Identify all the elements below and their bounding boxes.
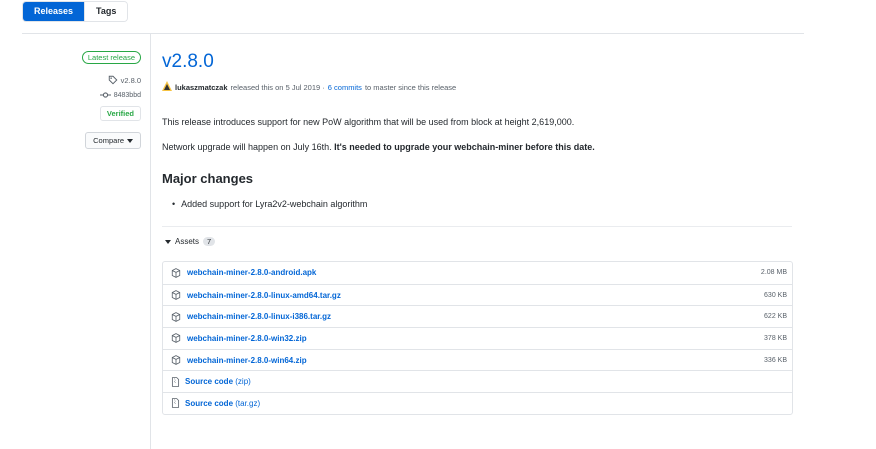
list-item-text: Added support for Lyra2v2-webchain algor… xyxy=(181,199,368,209)
caret-down-icon xyxy=(127,136,133,145)
triangle-down-icon xyxy=(165,237,171,246)
major-changes-heading: Major changes xyxy=(162,171,254,186)
file-zip-icon xyxy=(171,398,180,409)
tab-releases[interactable]: Releases xyxy=(23,2,85,21)
source-code-targz-link[interactable]: Source code (tar.gz) xyxy=(185,399,260,408)
asset-name[interactable]: webchain-miner-2.8.0-android.apk xyxy=(187,268,761,277)
tab-tags[interactable]: Tags xyxy=(84,2,128,21)
latest-release-badge: Latest release xyxy=(81,51,141,64)
asset-size: 630 KB xyxy=(764,291,787,299)
release-tabs: Releases Tags xyxy=(22,1,129,22)
asset-name[interactable]: webchain-miner-2.8.0-win32.zip xyxy=(187,334,764,343)
asset-name[interactable]: webchain-miner-2.8.0-win64.zip xyxy=(187,356,764,365)
assets-count: 7 xyxy=(203,237,216,246)
verified-badge[interactable]: Verified xyxy=(99,106,141,121)
list-item[interactable]: webchain-miner-2.8.0-android.apk 2.08 MB xyxy=(163,262,792,284)
asset-size: 336 KB xyxy=(764,356,787,364)
compare-button[interactable]: Compare xyxy=(85,132,141,149)
source-code-label: Source code xyxy=(185,377,234,387)
section-divider xyxy=(162,226,792,227)
assets-toggle[interactable]: Assets 7 xyxy=(165,237,216,246)
list-item[interactable]: Source code (zip) xyxy=(163,370,792,392)
compare-label: Compare xyxy=(93,136,124,145)
list-item[interactable]: webchain-miner-2.8.0-win32.zip 378 KB xyxy=(163,327,792,349)
package-icon xyxy=(171,268,181,278)
file-zip-icon xyxy=(171,377,180,387)
tag-icon xyxy=(108,75,118,85)
upgrade-notice-text: Network upgrade will happen on July 16th… xyxy=(162,142,332,152)
list-item: • Added support for Lyra2v2-webchain alg… xyxy=(172,199,367,209)
asset-name[interactable]: webchain-miner-2.8.0-linux-i386.tar.gz xyxy=(187,312,764,321)
commit-sha: 8483bbd xyxy=(113,91,141,99)
top-divider xyxy=(22,33,804,34)
released-text: released this on 5 Jul 2019 · xyxy=(230,82,325,92)
list-item[interactable]: webchain-miner-2.8.0-linux-i386.tar.gz 6… xyxy=(163,305,792,327)
package-icon xyxy=(171,355,181,365)
bullet-dot: • xyxy=(172,199,176,209)
package-icon xyxy=(171,290,181,300)
list-item[interactable]: Source code (tar.gz) xyxy=(163,392,792,414)
tag-link[interactable]: v2.8.0 xyxy=(108,75,141,85)
upgrade-notice: Network upgrade will happen on July 16th… xyxy=(162,142,595,152)
commits-link[interactable]: 6 commits xyxy=(328,83,362,92)
source-code-label: Source code xyxy=(185,398,234,408)
release-byline: lukaszmatczak released this on 5 Jul 201… xyxy=(162,81,456,93)
asset-size: 2.08 MB xyxy=(760,269,787,277)
commit-link[interactable]: 8483bbd xyxy=(99,91,141,99)
source-code-zip-link[interactable]: Source code (zip) xyxy=(185,377,251,386)
package-icon xyxy=(171,311,181,322)
commit-icon xyxy=(99,91,111,99)
tag-name: v2.8.0 xyxy=(120,75,141,85)
package-icon xyxy=(171,333,181,344)
list-item[interactable]: webchain-miner-2.8.0-win64.zip 336 KB xyxy=(163,348,792,371)
upgrade-notice-bold: It's needed to upgrade your webchain-min… xyxy=(334,142,595,152)
author-link[interactable]: lukaszmatczak xyxy=(175,83,228,92)
source-code-ext: (zip) xyxy=(235,377,251,387)
commits-suffix: to master since this release xyxy=(364,82,457,92)
asset-size: 622 KB xyxy=(764,313,787,321)
release-description: This release introduces support for new … xyxy=(162,117,575,127)
source-code-ext: (tar.gz) xyxy=(235,398,261,408)
assets-list: webchain-miner-2.8.0-android.apk 2.08 MB… xyxy=(162,261,793,415)
assets-label: Assets xyxy=(175,237,200,246)
author-avatar[interactable] xyxy=(162,81,172,93)
asset-size: 378 KB xyxy=(764,334,787,342)
column-divider xyxy=(150,34,151,449)
list-item[interactable]: webchain-miner-2.8.0-linux-amd64.tar.gz … xyxy=(163,283,792,306)
release-title[interactable]: v2.8.0 xyxy=(162,51,214,73)
asset-name[interactable]: webchain-miner-2.8.0-linux-amd64.tar.gz xyxy=(187,291,764,300)
